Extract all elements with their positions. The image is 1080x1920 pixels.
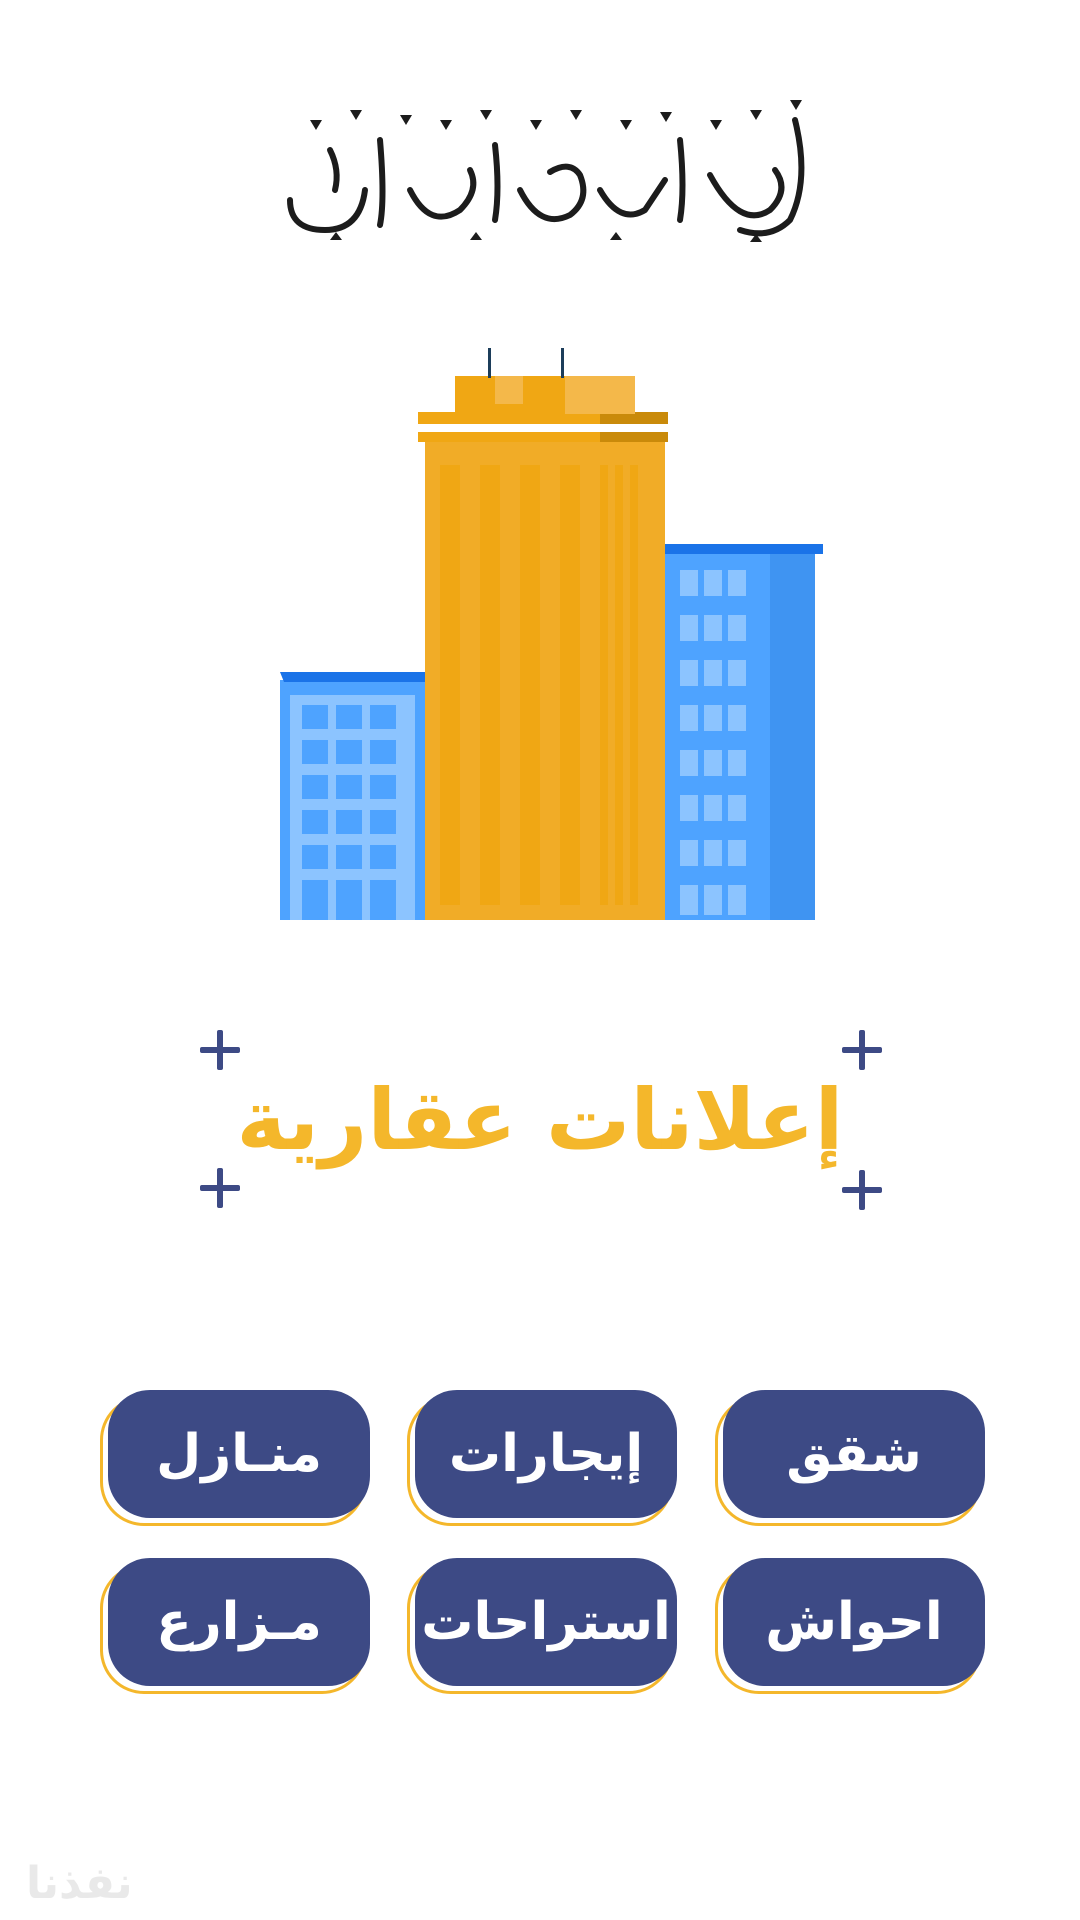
category-button-farms[interactable]: مـزارع — [100, 1558, 370, 1694]
category-label: استراحات — [415, 1558, 677, 1686]
category-button-rentals[interactable]: إيجارات — [407, 1390, 677, 1526]
category-label: منـازل — [108, 1390, 370, 1518]
page-title: إعلانات عقارية — [236, 1071, 844, 1169]
logo-calligraphy — [287, 100, 805, 242]
category-button-rest-houses[interactable]: استراحات — [407, 1558, 677, 1694]
watermark-logo: نفذنا — [26, 1858, 133, 1909]
category-label: مـزارع — [108, 1558, 370, 1686]
category-label: شقق — [723, 1390, 985, 1518]
category-button-apartments[interactable]: شقق — [715, 1390, 985, 1526]
category-label: احواش — [723, 1558, 985, 1686]
building-illustration — [280, 348, 823, 920]
category-label: إيجارات — [415, 1390, 677, 1518]
headline-block: إعلانات عقارية — [190, 1020, 890, 1220]
category-button-yards[interactable]: احواش — [715, 1558, 985, 1694]
category-button-houses[interactable]: منـازل — [100, 1390, 370, 1526]
